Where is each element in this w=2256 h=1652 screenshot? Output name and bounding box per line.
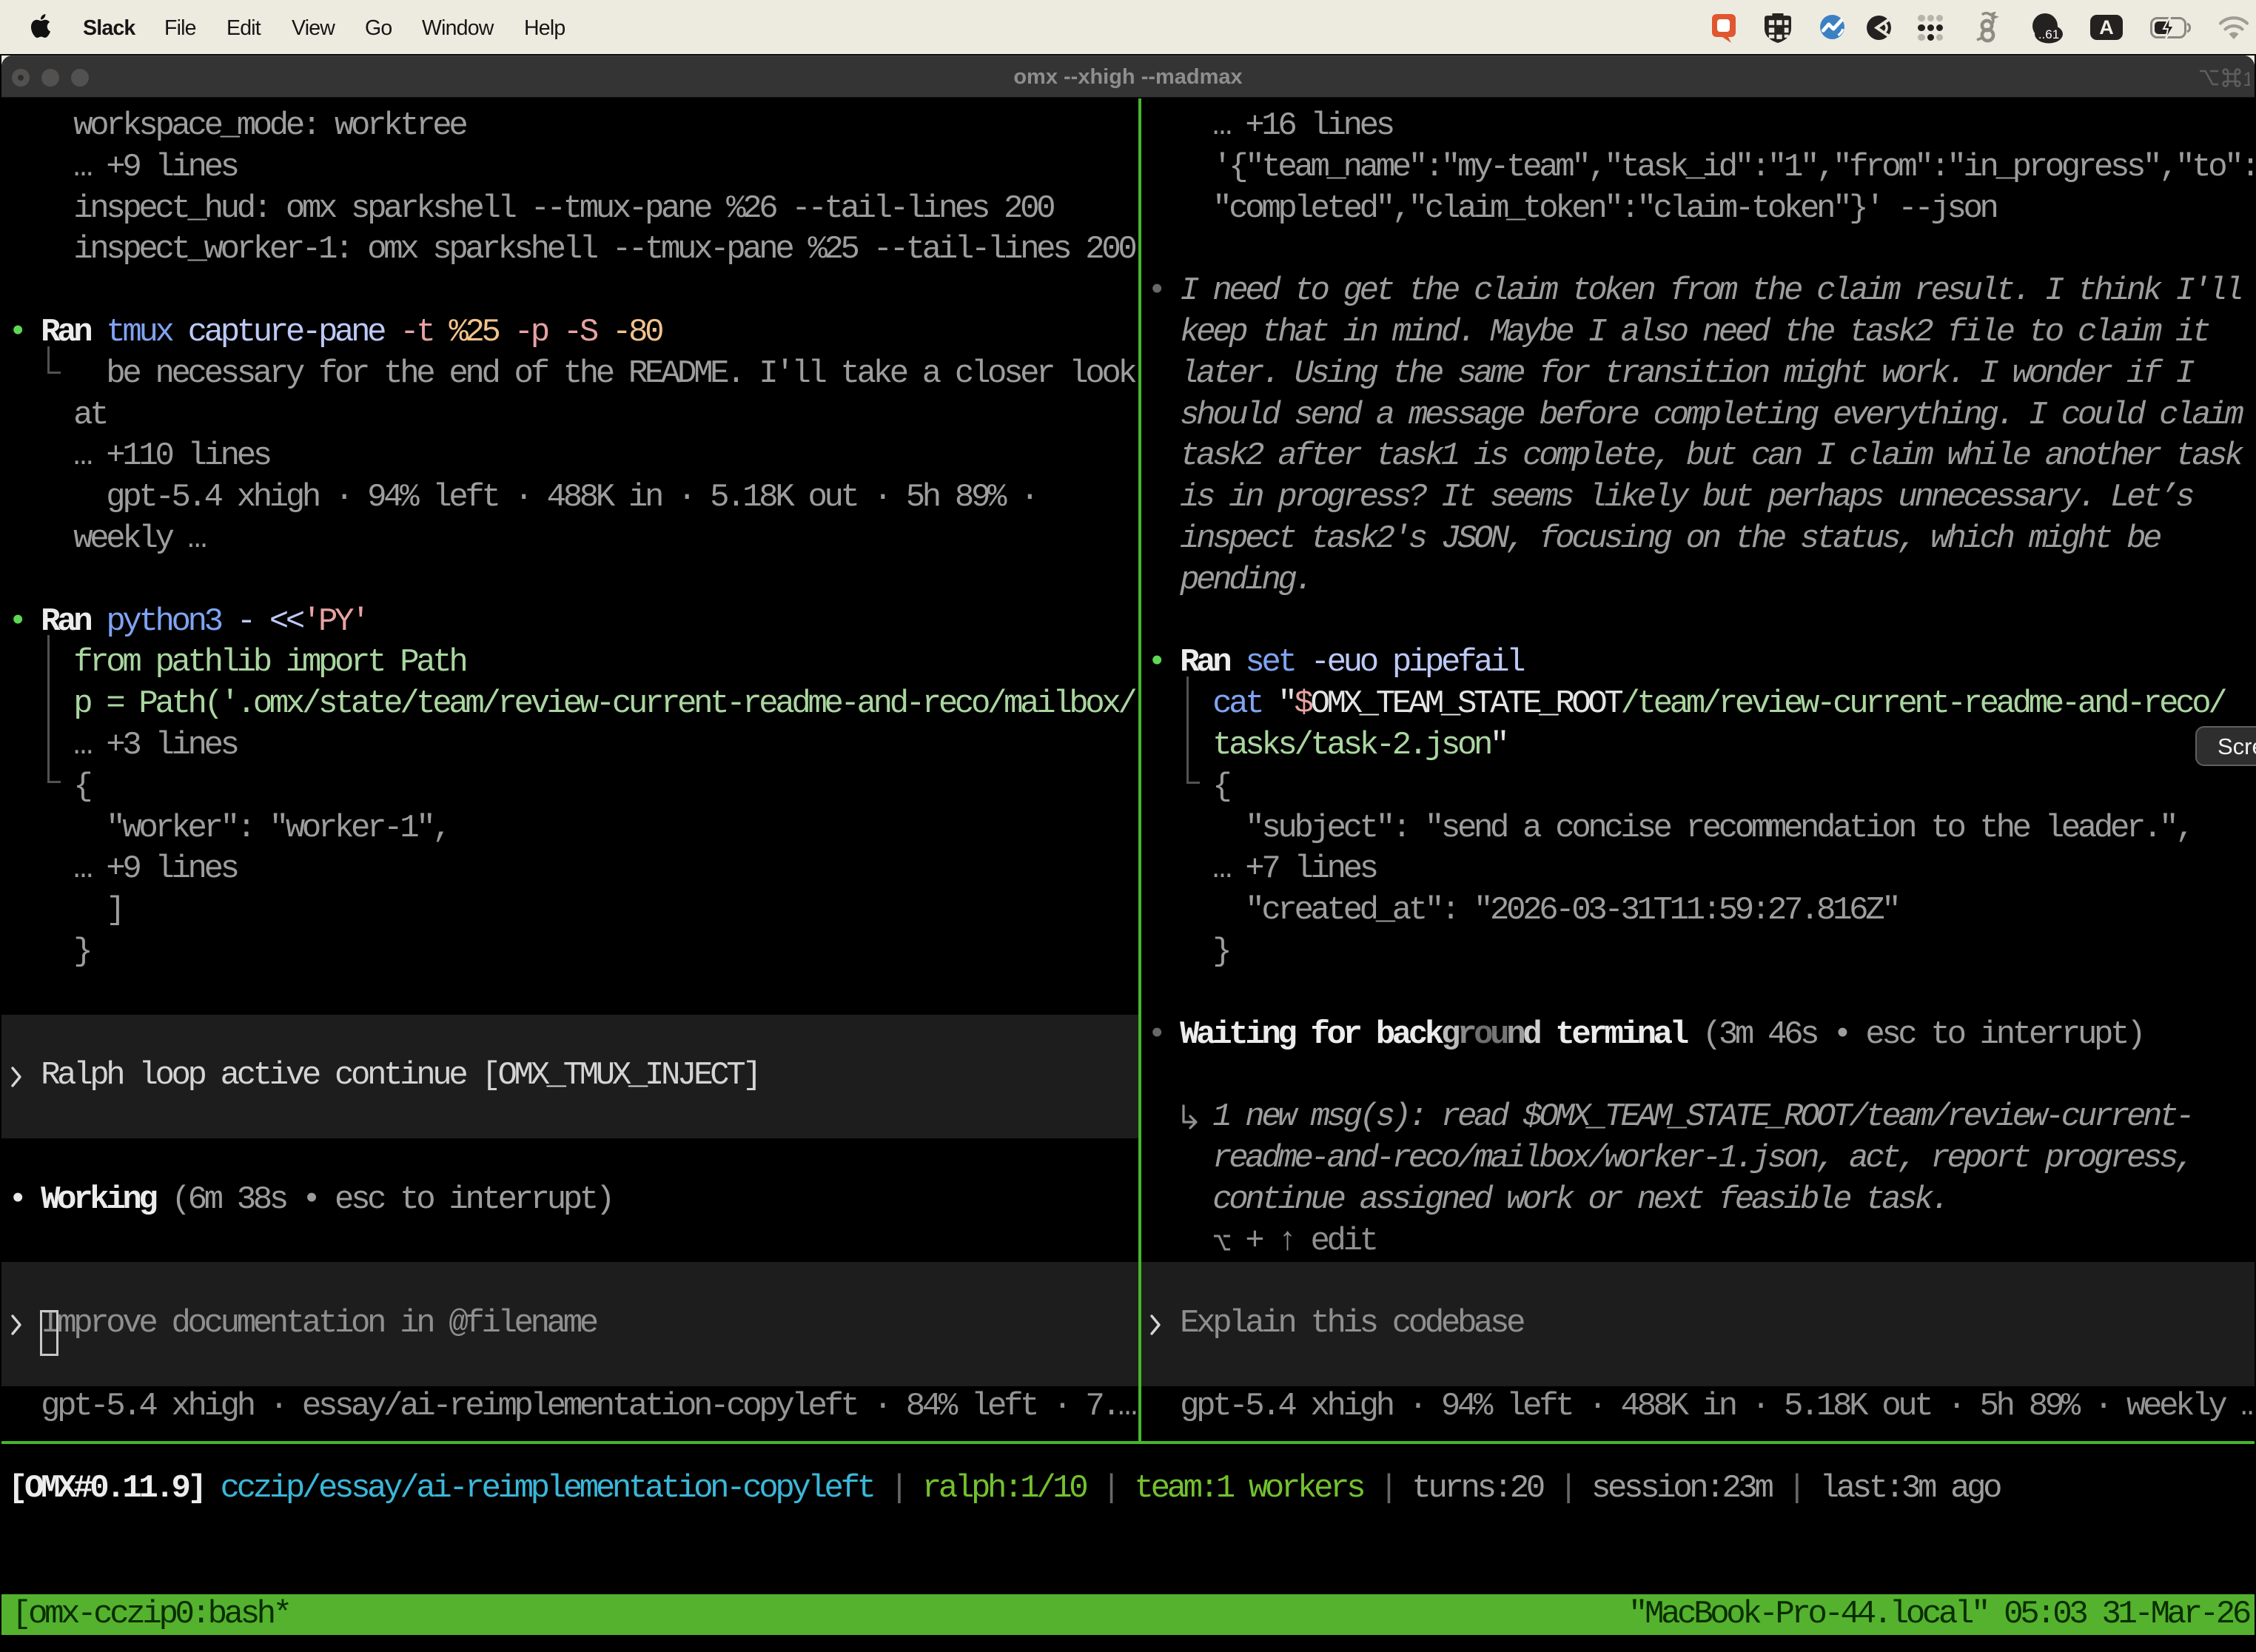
svg-text:..61: ..61 bbox=[2038, 27, 2059, 41]
svg-text:1: 1 bbox=[2243, 68, 2250, 90]
